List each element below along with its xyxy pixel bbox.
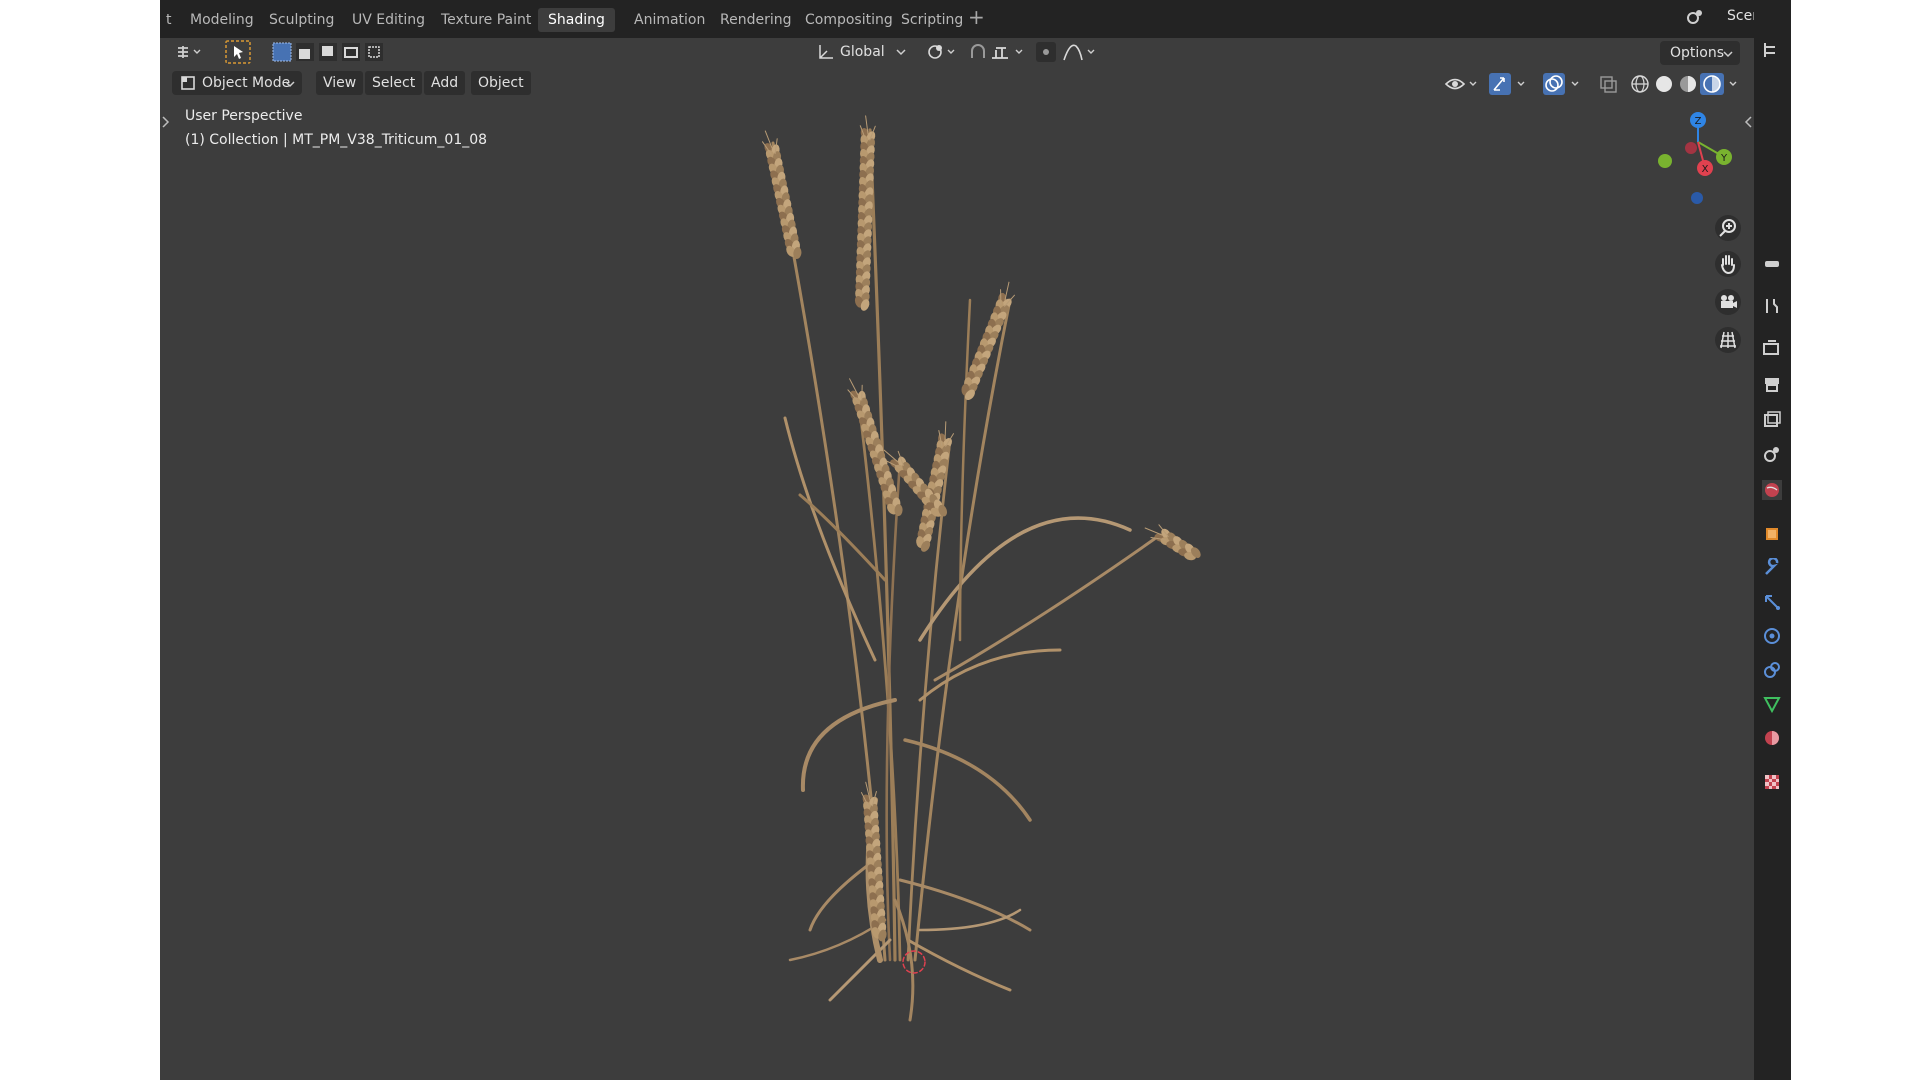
world-icon[interactable]	[1762, 480, 1782, 500]
wheat-plant-model	[762, 115, 1201, 1022]
blender-window: t Modeling Sculpting UV Editing Texture …	[160, 0, 1791, 1080]
workspace-bar: t Modeling Sculpting UV Editing Texture …	[160, 0, 1791, 38]
tab-sculpting[interactable]: Sculpting	[259, 8, 344, 32]
gizmo-z-label: Z	[1695, 116, 1702, 127]
select-tool-icon[interactable]	[225, 40, 251, 64]
shading-solid-icon[interactable]	[1652, 72, 1676, 96]
tab-animation[interactable]: Animation	[624, 8, 715, 32]
menu-view[interactable]: View	[316, 71, 364, 95]
grid-icon[interactable]	[1714, 326, 1742, 354]
shading-rendered-icon[interactable]	[1700, 72, 1746, 96]
output-icon[interactable]	[1762, 374, 1782, 394]
view-name: User Perspective	[185, 108, 303, 124]
gizmo-neg-x[interactable]	[1685, 142, 1697, 154]
shading-material-icon[interactable]	[1676, 72, 1700, 96]
render-icon[interactable]	[1762, 338, 1782, 358]
wheat-leaf	[828, 938, 892, 1002]
tool-icon[interactable]	[1762, 254, 1782, 274]
particles-icon[interactable]	[1762, 592, 1782, 612]
physics-icon[interactable]	[1762, 626, 1782, 646]
3d-cursor-icon	[902, 950, 926, 974]
tab-compositing[interactable]: Compositing	[795, 8, 903, 32]
gizmo-y-label: Y	[1720, 153, 1728, 164]
wheat-leaf	[918, 908, 1022, 932]
editor-type-icon[interactable]	[1762, 40, 1782, 60]
object-mode-icon	[181, 76, 195, 90]
wheat-leaf	[906, 938, 1012, 992]
wheat-ear	[961, 281, 1015, 400]
viewport-header: Object Mode View Select Add Object	[160, 70, 1754, 98]
wheat-ear	[847, 378, 903, 517]
gizmo-neg-y[interactable]	[1658, 154, 1672, 168]
shading-wireframe-icon[interactable]	[1628, 72, 1652, 96]
wheat-leaf	[800, 698, 897, 792]
tab-layout[interactable]: t	[160, 8, 182, 32]
snap-icon[interactable]	[966, 40, 1028, 64]
add-workspace-button[interactable]: +	[968, 5, 985, 29]
modifier-icon[interactable]	[1762, 558, 1782, 578]
zoom-icon[interactable]	[1714, 214, 1742, 242]
chevron-down-icon	[896, 49, 906, 56]
menu-add[interactable]: Add	[424, 71, 466, 95]
xray-icon[interactable]	[1598, 72, 1620, 96]
gizmo-icon[interactable]	[1488, 72, 1532, 96]
transform-orientation-dropdown[interactable]: Global	[810, 41, 906, 63]
tab-scripting[interactable]: Scripting	[891, 8, 973, 32]
select-mode-icons[interactable]	[272, 40, 384, 64]
orientation-axes-icon	[819, 45, 833, 59]
wheat-ear	[762, 130, 802, 259]
object-mode-dropdown[interactable]: Object Mode	[172, 71, 302, 95]
tab-uv-editing[interactable]: UV Editing	[342, 8, 435, 32]
overlay-icon[interactable]	[1542, 72, 1586, 96]
texture-icon[interactable]	[1762, 772, 1782, 792]
gizmo-neg-z[interactable]	[1691, 192, 1703, 204]
wheat-leaf	[783, 416, 877, 662]
wheat-leaf	[958, 298, 972, 642]
pan-hand-icon[interactable]	[1714, 250, 1742, 278]
camera-icon[interactable]	[1714, 288, 1742, 316]
menu-select[interactable]: Select	[365, 71, 423, 95]
3d-viewport[interactable]	[160, 0, 1754, 1080]
tab-shading[interactable]: Shading	[538, 8, 615, 32]
wheat-leaf	[903, 738, 1032, 822]
wheat-leaf	[933, 533, 1162, 682]
object-icon[interactable]	[1762, 524, 1782, 544]
tab-modeling[interactable]: Modeling	[180, 8, 264, 32]
navigation-gizmo[interactable]: Z Y X	[1640, 106, 1750, 206]
view-layer-icon[interactable]	[1762, 410, 1782, 430]
tool-header: Global Options	[160, 38, 1754, 66]
menu-object[interactable]: Object	[471, 71, 531, 95]
visibility-icon[interactable]	[1442, 72, 1482, 96]
options-dropdown[interactable]: Options	[1660, 41, 1740, 65]
options-label: Options	[1670, 45, 1725, 61]
chevron-down-icon	[285, 81, 295, 88]
collection-info: (1) Collection | MT_PM_V38_Triticum_01_0…	[185, 132, 488, 148]
orientation-label: Global	[840, 44, 885, 60]
scene-icon	[1687, 10, 1702, 24]
mode-label: Object Mode	[202, 75, 291, 91]
data-icon[interactable]	[1762, 694, 1782, 714]
scene-icon[interactable]	[1762, 444, 1782, 464]
editor-type-icon[interactable]	[174, 40, 206, 64]
transform-pivot-icon[interactable]	[924, 40, 960, 64]
chevron-down-icon	[1723, 51, 1733, 58]
tab-rendering[interactable]: Rendering	[710, 8, 802, 32]
wheat-leaf	[808, 858, 877, 932]
tool-settings-icon[interactable]	[1762, 296, 1782, 316]
gizmo-x-label: X	[1702, 164, 1709, 175]
constraints-icon[interactable]	[1762, 660, 1782, 680]
proportional-edit-icon[interactable]	[1034, 40, 1104, 64]
wheat-ear	[860, 781, 887, 942]
properties-tab-strip	[1754, 0, 1791, 1080]
tab-texture-paint[interactable]: Texture Paint	[431, 8, 541, 32]
toolbar-expand-arrow-icon[interactable]	[160, 114, 170, 130]
material-icon[interactable]	[1762, 728, 1782, 748]
